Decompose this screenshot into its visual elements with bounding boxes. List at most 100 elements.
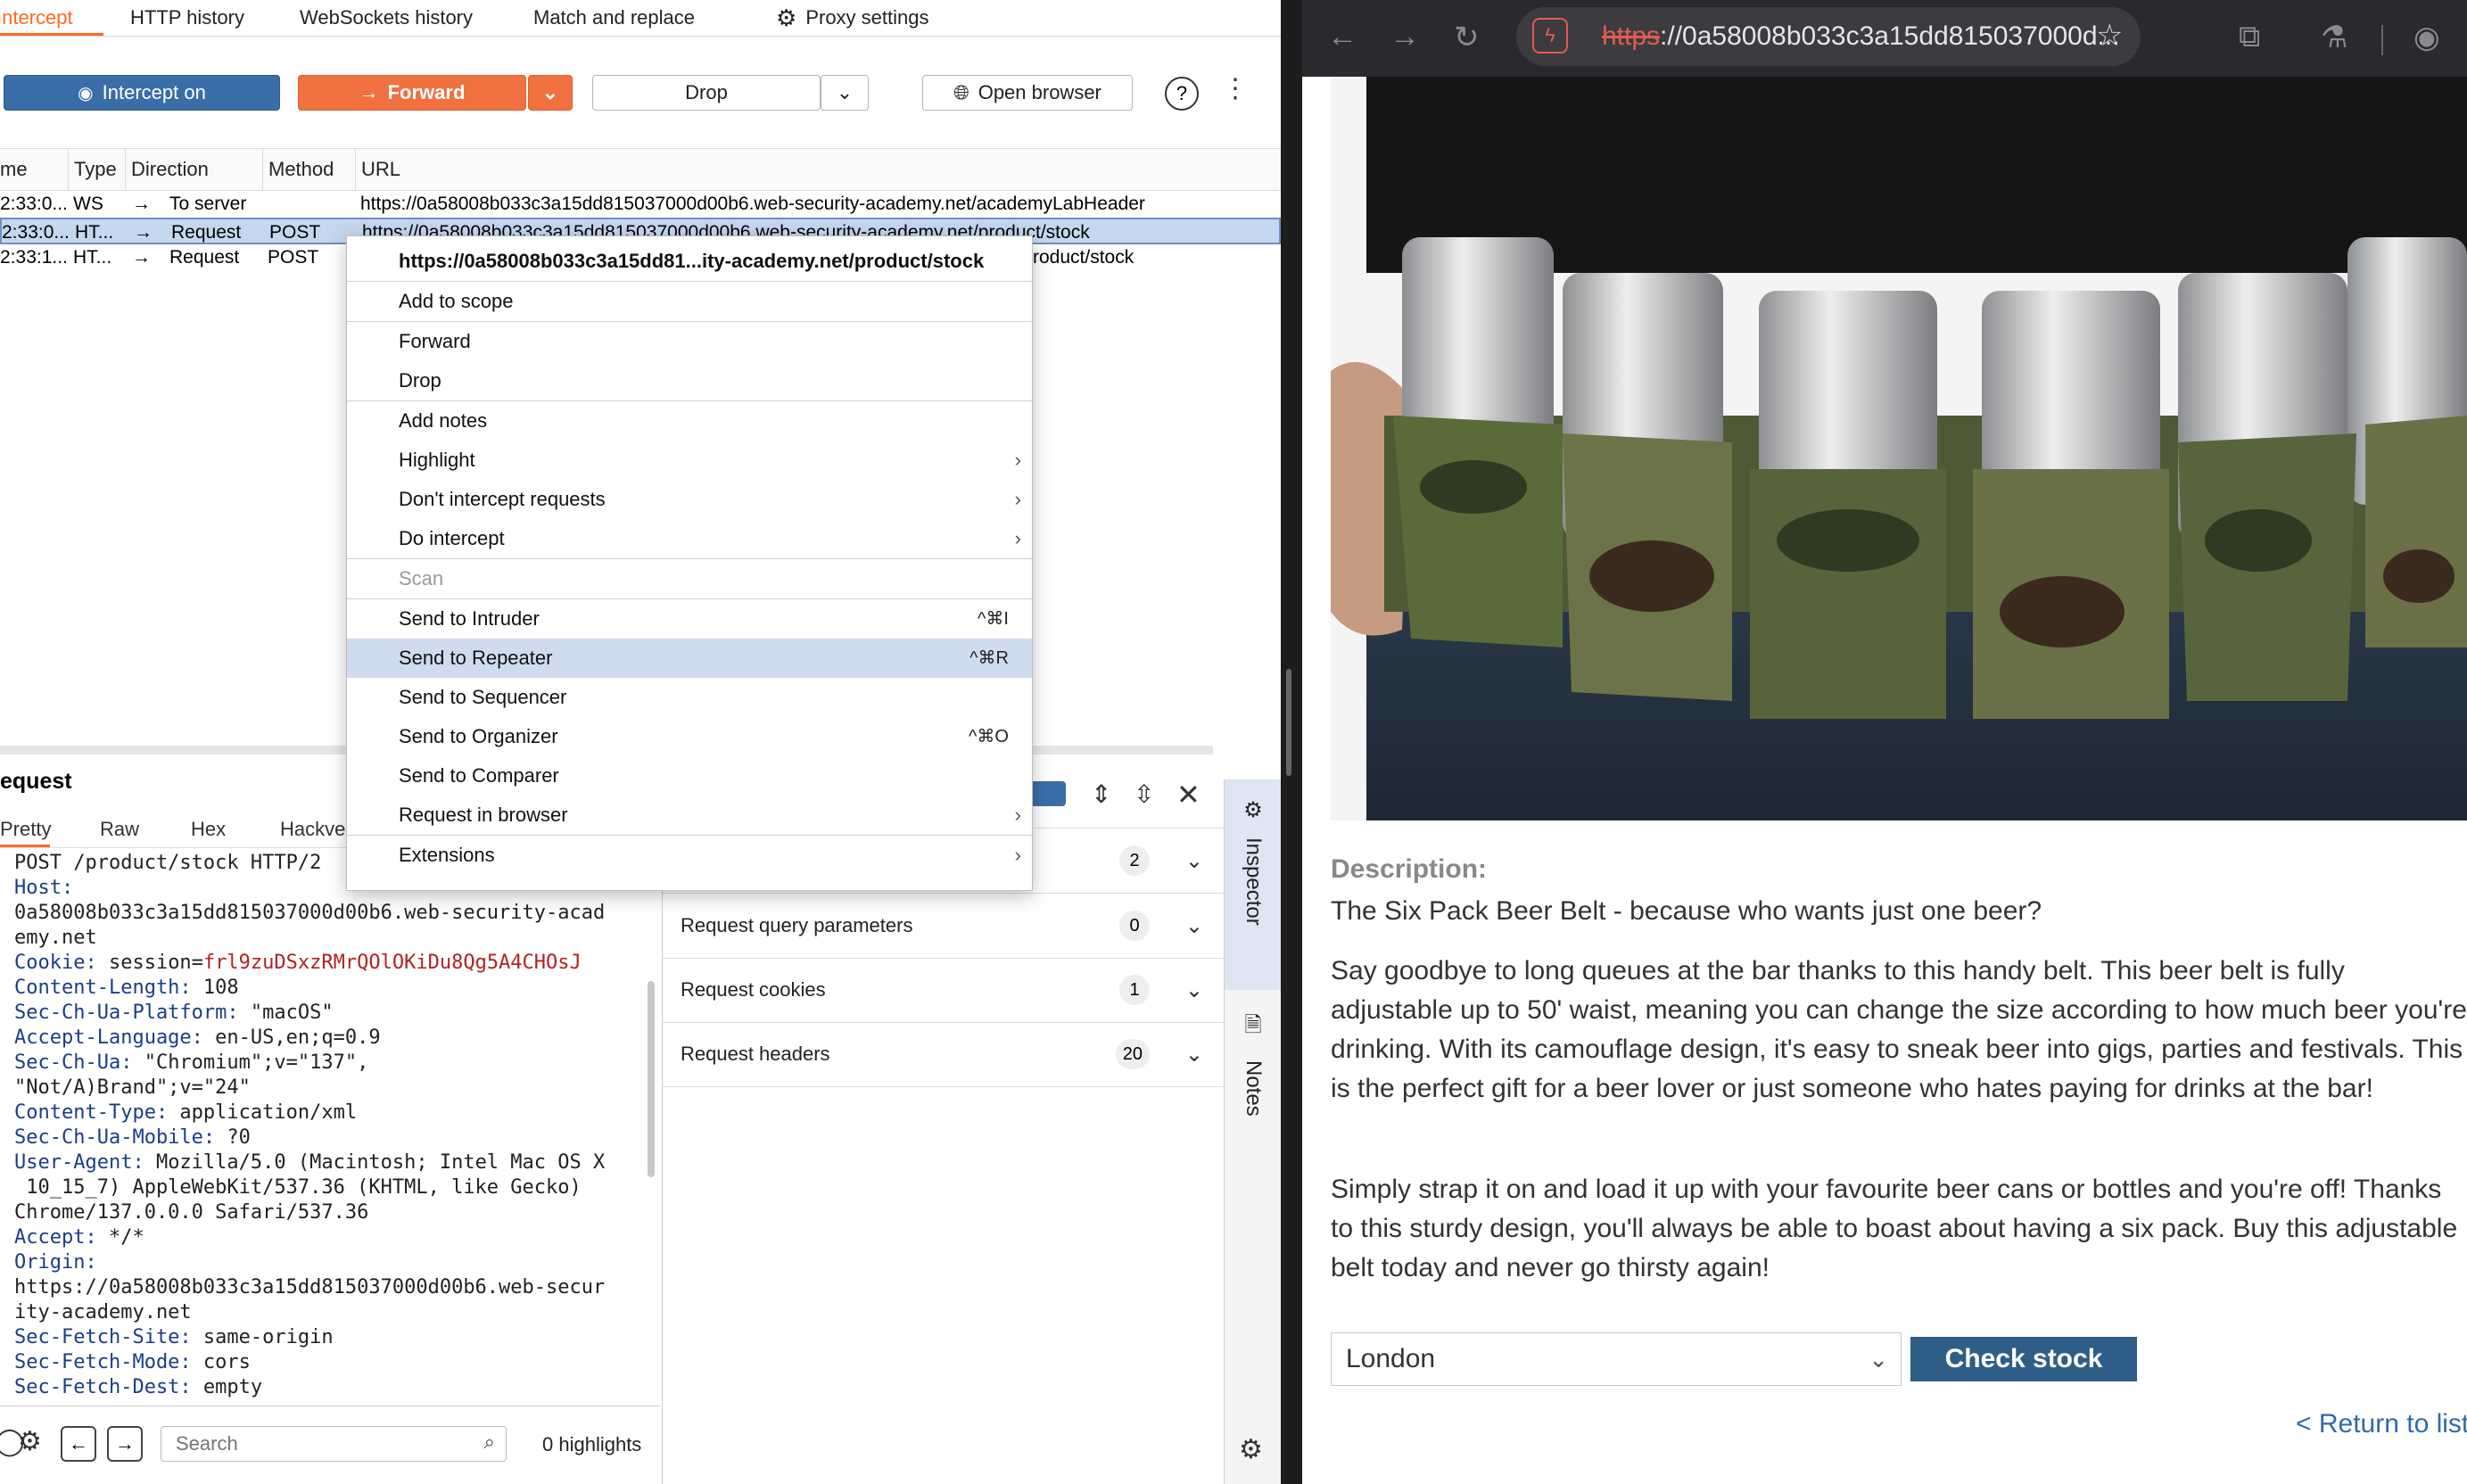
menu-item-do-intercept[interactable]: Do intercept › [347, 519, 1032, 558]
request-line: Chrome/137.0.0.0 Safari/537.36 [14, 1200, 648, 1225]
menu-item-scan: Scan [347, 559, 1032, 598]
back-arrow-icon[interactable]: ← [61, 1426, 96, 1462]
tab-match-and-replace[interactable]: Match and replace [533, 0, 695, 36]
col-type[interactable]: Type [68, 149, 125, 190]
return-to-list-link[interactable]: < Return to list [2296, 1409, 2467, 1439]
header-value: same-origin [191, 1326, 334, 1348]
request-editor[interactable]: POST /product/stock HTTP/2 Host: 0a58008b0… [0, 851, 648, 1406]
forward-button[interactable]: → Forward [298, 75, 526, 111]
window-divider[interactable] [1281, 0, 1302, 1484]
open-browser-button[interactable]: 🌐︎ Open browser [922, 75, 1133, 111]
menu-item-send-to-sequencer[interactable]: Send to Sequencer [347, 678, 1032, 717]
more-options-icon[interactable]: ⋮ [1222, 73, 1249, 104]
col-time[interactable]: me [0, 149, 68, 190]
col-direction[interactable]: Direction [125, 149, 259, 190]
menu-item-extensions[interactable]: Extensions › [347, 836, 1032, 875]
menu-item-forward[interactable]: Forward [347, 322, 1032, 361]
tab-pretty[interactable]: Pretty [0, 812, 51, 847]
menu-url-header: https://0a58008b033c3a15dd81...ity-acade… [399, 250, 985, 272]
expand-icon[interactable]: ⇕ [1091, 779, 1111, 809]
drop-button[interactable]: Drop [592, 75, 821, 111]
settings-icon[interactable]: ⚙ [1239, 1434, 1263, 1465]
arrow-right-icon: → [132, 247, 151, 268]
close-icon[interactable]: ✕ [1176, 778, 1200, 812]
menu-item-shortcut: ^⌘O [969, 727, 1009, 746]
tab-http-history[interactable]: HTTP history [130, 0, 244, 36]
menu-item-drop[interactable]: Drop [347, 361, 1032, 400]
table-row[interactable]: 2:33:0... WS → To server https://0a58008… [0, 191, 1281, 218]
cell-direction: Request [169, 247, 240, 268]
reload-icon[interactable]: ↻ [1454, 20, 1480, 55]
chevron-down-icon: ⌄ [1184, 978, 1203, 1002]
editor-scrollbar[interactable] [648, 981, 655, 1177]
rail-tab-notes[interactable]: 🗎 Notes [1225, 1010, 1281, 1117]
product-tagline: The Six Pack Beer Belt - because who wan… [1331, 896, 2042, 926]
tab-proxy-settings[interactable]: ⚙ Proxy settings [776, 0, 928, 36]
search-input[interactable] [174, 1430, 445, 1457]
menu-item-don-t-intercept-requests[interactable]: Don't intercept requests › [347, 480, 1032, 519]
section-count: 0 [1119, 911, 1150, 941]
check-stock-button[interactable]: Check stock [1910, 1337, 2137, 1381]
forward-arrow-icon[interactable]: → [1390, 20, 1420, 54]
extensions-icon[interactable]: ⧉ [2239, 20, 2260, 54]
header-name: Accept-Language: [14, 1026, 203, 1049]
collapse-icon[interactable]: ⇳ [1134, 779, 1154, 809]
header-value: "Chromium";v="137", [132, 1051, 369, 1074]
menu-item-send-to-intruder[interactable]: Send to Intruder ^⌘I [347, 599, 1032, 639]
chevron-down-icon: ⌄ [1184, 914, 1203, 938]
menu-item-label: Extensions [399, 844, 495, 866]
rail-tab-inspector[interactable]: ⚙ Inspector [1225, 797, 1281, 926]
menu-item-send-to-comparer[interactable]: Send to Comparer [347, 756, 1032, 796]
request-line: Sec-Fetch-Dest: empty [14, 1375, 648, 1400]
request-line: Content-Length: 108 [14, 976, 648, 1001]
request-pane-title: equest [0, 769, 72, 794]
chevron-right-icon: › [1014, 527, 1021, 549]
header-value: "Not/A)Brand";v="24" [14, 1076, 251, 1099]
inspector-section[interactable]: Request query parameters 0 ⌄ [663, 894, 1225, 959]
drop-dropdown-button[interactable]: ⌄ [821, 75, 869, 111]
menu-item-label: Highlight [399, 449, 475, 471]
toolbar-separator [2381, 25, 2383, 55]
browser-window: ← → ↻ ϟ https://0a58008b033c3a15dd815037… [1302, 0, 2467, 1484]
menu-item-label: Send to Repeater [399, 647, 553, 669]
request-line: Origin: [14, 1250, 648, 1275]
address-bar[interactable]: ϟ https://0a58008b033c3a15dd815037000d..… [1516, 7, 2141, 66]
highlights-count: 0 highlights [542, 1433, 642, 1455]
col-url[interactable]: URL [355, 149, 1281, 190]
profile-icon[interactable]: ◉ [2413, 20, 2440, 55]
menu-item-add-notes[interactable]: Add notes [347, 401, 1032, 441]
menu-item-highlight[interactable]: Highlight › [347, 441, 1032, 480]
store-select[interactable]: London ⌄ [1331, 1332, 1902, 1386]
intercept-toggle-button[interactable]: ◉ Intercept on [4, 75, 280, 111]
tab-hex[interactable]: Hex [191, 812, 226, 847]
back-arrow-icon[interactable]: ← [1327, 20, 1357, 54]
lab-icon[interactable]: ⚗ [2321, 20, 2347, 55]
help-icon[interactable]: ? [1165, 77, 1199, 111]
tab-hackvertor[interactable]: Hackve [280, 812, 351, 847]
layout-toggle-icon[interactable] [1030, 781, 1066, 806]
url-text[interactable]: https://0a58008b033c3a15dd815037000d... [1602, 7, 2120, 66]
tab-raw[interactable]: Raw [100, 812, 139, 847]
divider-handle[interactable] [1286, 669, 1291, 776]
inspector-section[interactable]: Request cookies 1 ⌄ [663, 958, 1225, 1023]
tab-intercept[interactable]: Intercept [0, 0, 103, 36]
menu-item-send-to-repeater[interactable]: Send to Repeater ^⌘R [347, 639, 1032, 678]
request-line: "Not/A)Brand";v="24" [14, 1076, 648, 1101]
inspector-section[interactable]: Request headers 20 ⌄ [663, 1022, 1225, 1087]
star-icon[interactable]: ☆ [2096, 18, 2123, 54]
not-secure-icon[interactable]: ϟ [1532, 18, 1568, 54]
tab-websockets-history[interactable]: WebSockets history [300, 0, 473, 36]
forward-dropdown-button[interactable]: ⌄ [528, 75, 573, 111]
col-method[interactable]: Method [262, 149, 355, 190]
menu-item-label: Scan [399, 567, 444, 589]
menu-item-send-to-organizer[interactable]: Send to Organizer ^⌘O [347, 717, 1032, 756]
forward-arrow-icon[interactable]: → [107, 1426, 143, 1462]
menu-item-add-to-scope[interactable]: Add to scope [347, 282, 1032, 321]
gear-icon[interactable]: ⚙ [18, 1426, 42, 1457]
search-field[interactable]: ⌕ [161, 1426, 507, 1462]
section-count: 2 [1119, 845, 1150, 876]
menu-item-request-in-browser[interactable]: Request in browser › [347, 796, 1032, 835]
request-line: Sec-Fetch-Site: same-origin [14, 1325, 648, 1350]
header-value: Chrome/137.0.0.0 Safari/537.36 [14, 1201, 369, 1224]
header-value: 108 [191, 977, 239, 999]
